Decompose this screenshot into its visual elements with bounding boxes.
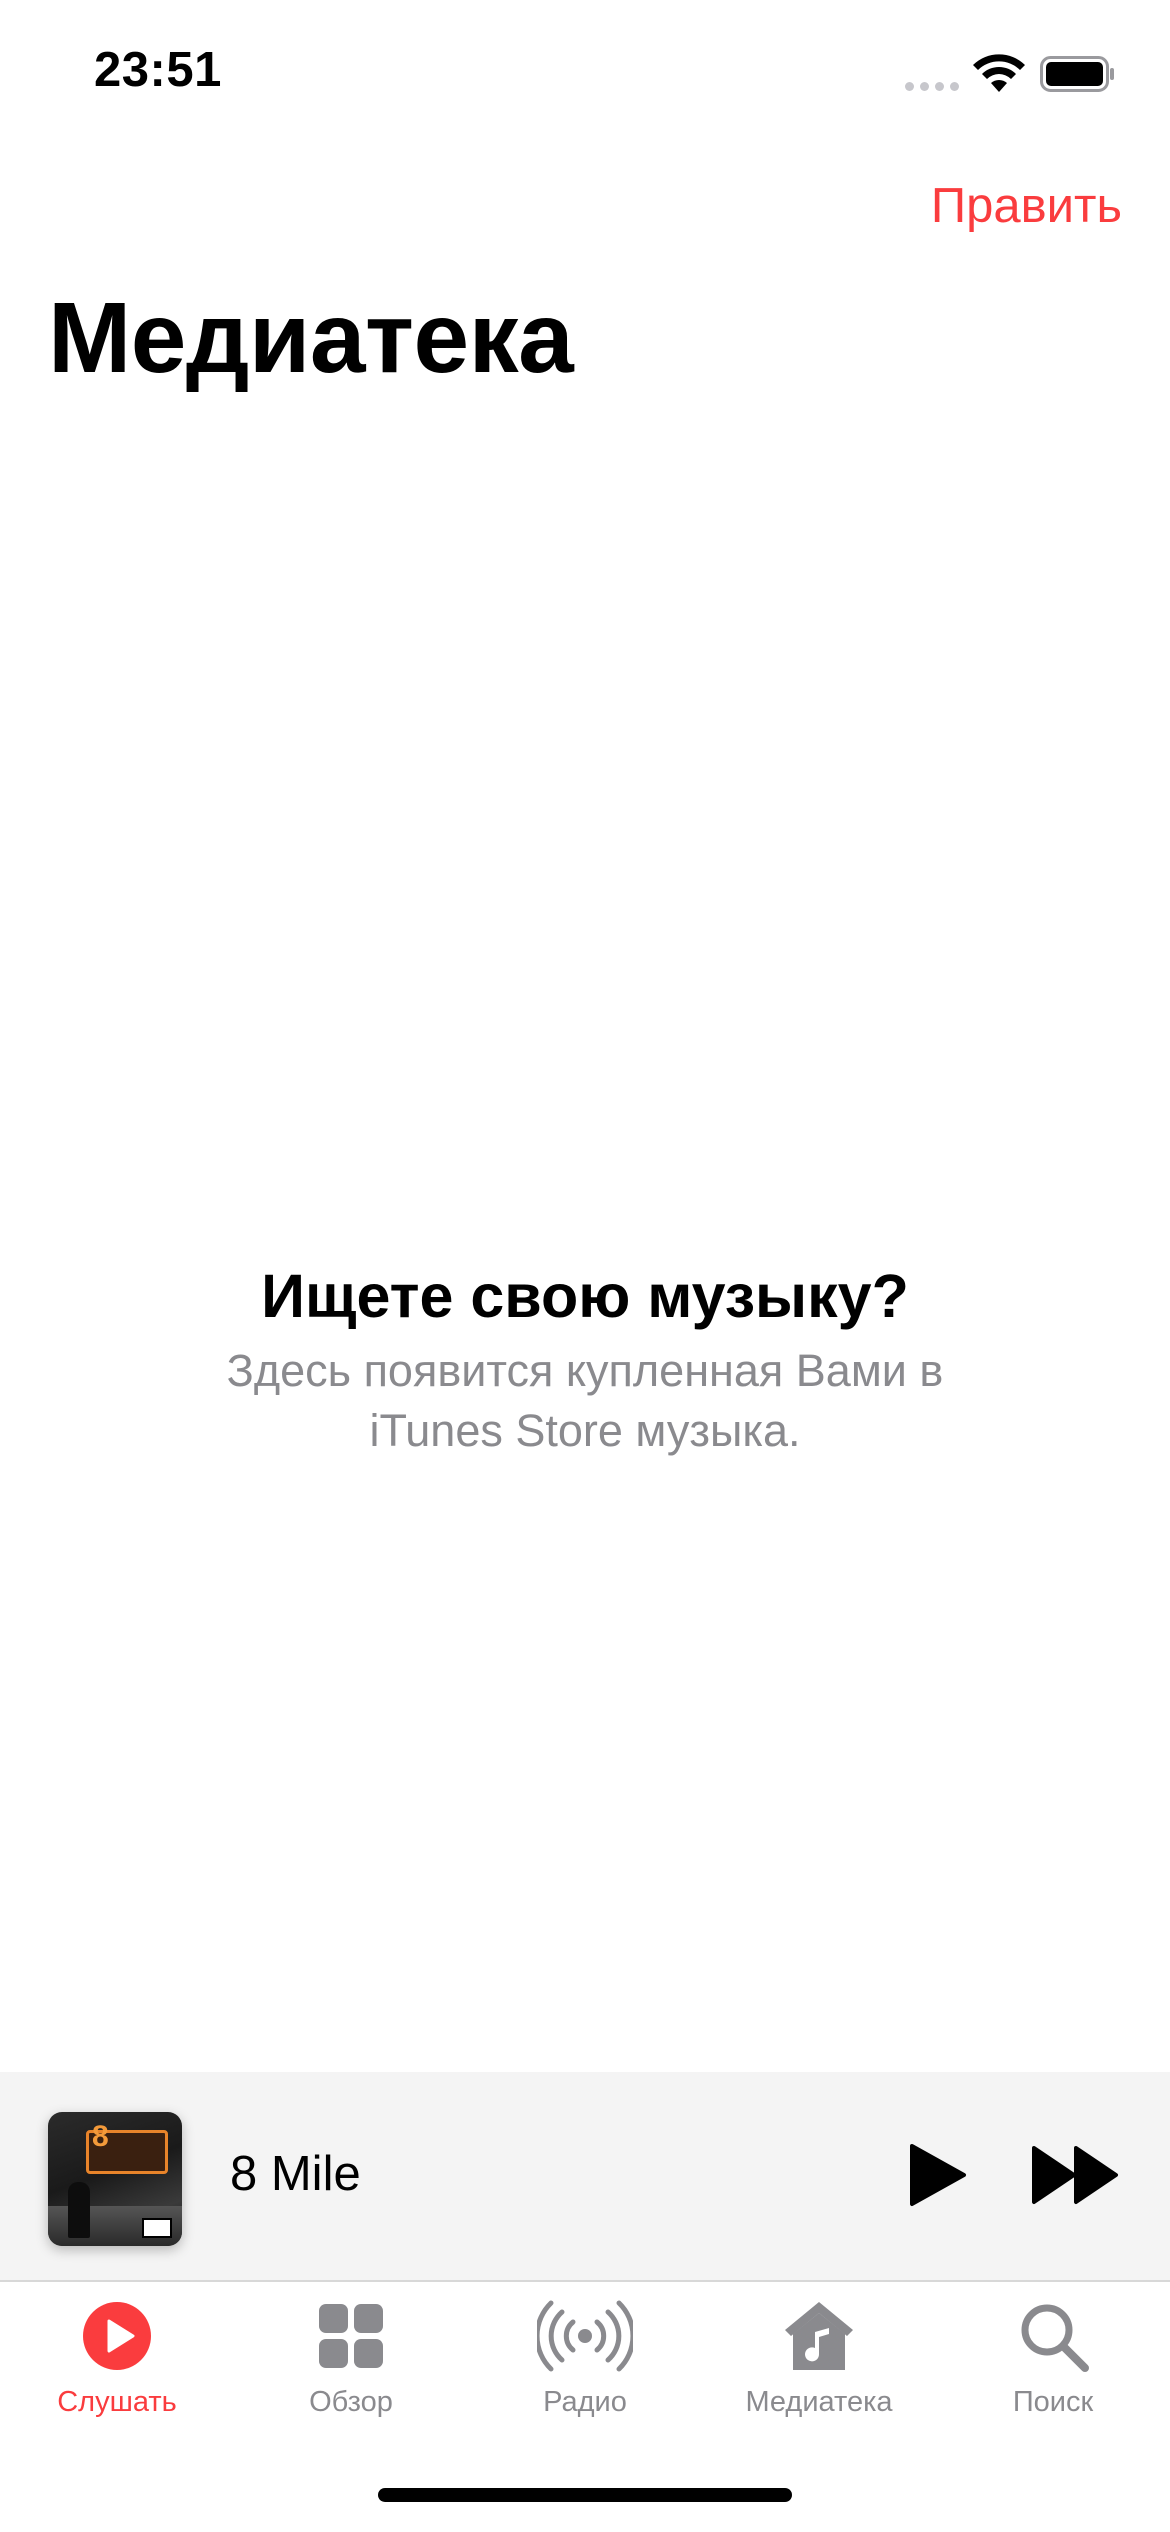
empty-state: Ищете свою музыку? Здесь появится куплен… xyxy=(0,1260,1170,1461)
tab-search[interactable]: Поиск xyxy=(936,2298,1170,2419)
tab-radio[interactable]: Радио xyxy=(468,2298,702,2419)
play-circle-icon xyxy=(83,2302,151,2370)
tab-browse-label: Обзор xyxy=(309,2386,393,2418)
tab-library[interactable]: Медиатека xyxy=(702,2298,936,2419)
mini-player[interactable]: 8 8 Mile xyxy=(0,2072,1170,2282)
wifi-icon xyxy=(973,54,1025,92)
grid-icon xyxy=(319,2304,383,2368)
artwork-number: 8 xyxy=(92,2120,109,2153)
tab-search-label: Поиск xyxy=(1012,2386,1094,2418)
radio-icon xyxy=(537,2300,633,2372)
album-artwork[interactable]: 8 xyxy=(48,2112,182,2246)
page-title: Медиатека xyxy=(48,282,574,394)
tab-browse[interactable]: Обзор xyxy=(234,2298,468,2419)
home-indicator[interactable] xyxy=(378,2488,792,2502)
empty-state-title: Ищете свою музыку? xyxy=(261,1262,909,1330)
track-title[interactable]: 8 Mile xyxy=(230,2146,361,2202)
tab-listen-label: Слушать xyxy=(57,2386,177,2418)
tab-radio-label: Радио xyxy=(543,2386,627,2418)
search-icon xyxy=(1021,2304,1089,2372)
tab-listen[interactable]: Слушать xyxy=(0,2298,234,2419)
signal-icon xyxy=(905,82,959,91)
status-time: 23:51 xyxy=(94,43,222,97)
tab-library-label: Медиатека xyxy=(745,2386,893,2418)
forward-icon[interactable] xyxy=(1028,2142,1124,2208)
battery-icon xyxy=(1040,56,1114,92)
edit-button[interactable]: Править xyxy=(931,178,1122,234)
play-icon[interactable] xyxy=(900,2140,970,2210)
parental-advisory-label xyxy=(142,2218,172,2238)
empty-state-subtitle: Здесь появится купленная Вами в iTunes S… xyxy=(226,1345,944,1457)
library-icon xyxy=(785,2302,853,2370)
status-bar: 23:51 xyxy=(0,0,1170,150)
